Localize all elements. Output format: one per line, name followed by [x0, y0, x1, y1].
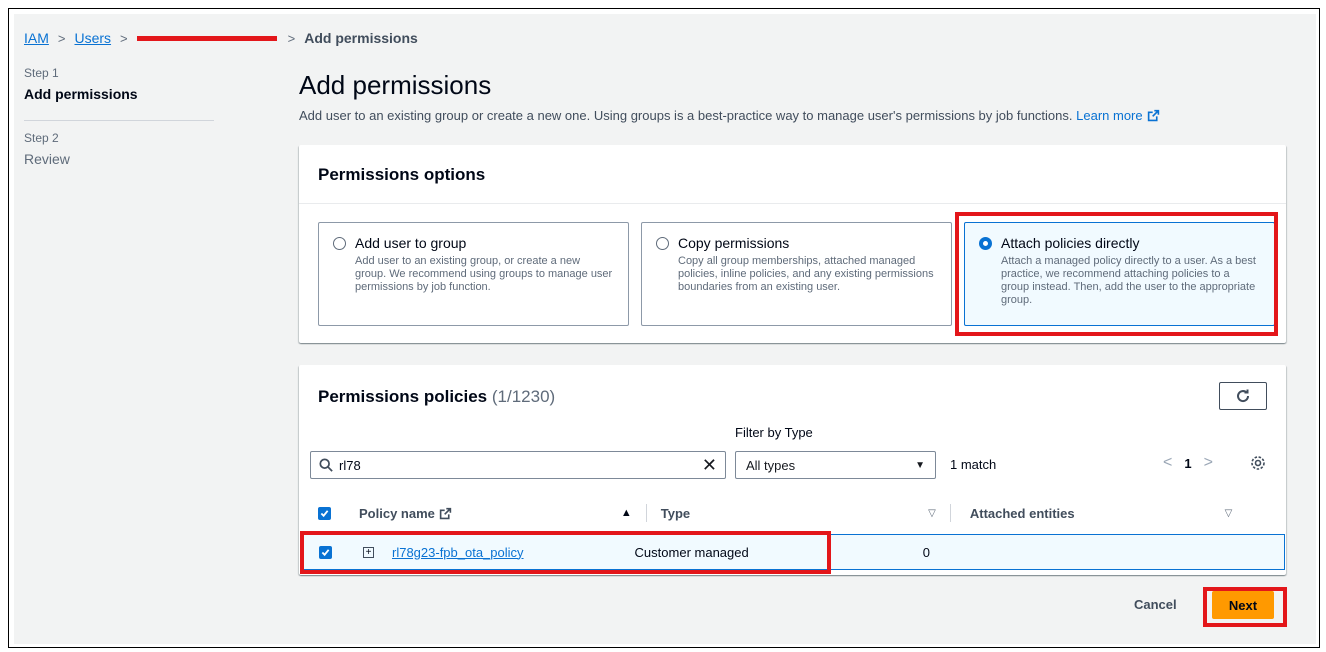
breadcrumb: IAM > Users > > Add permissions	[24, 28, 418, 48]
chevron-right-icon[interactable]: >	[1198, 454, 1219, 472]
column-policy-name[interactable]: Policy name	[359, 506, 452, 521]
caret-down-icon: ▼	[915, 460, 925, 471]
option-attach-policies-directly[interactable]: Attach policies directly Attach a manage…	[964, 222, 1275, 326]
sort-icon[interactable]: ▽	[1225, 508, 1233, 519]
check-icon	[321, 548, 330, 556]
gear-icon[interactable]	[1250, 455, 1266, 471]
refresh-button[interactable]	[1219, 382, 1267, 410]
pagination: < 1 >	[1157, 454, 1219, 472]
option-description: Attach a managed policy directly to a us…	[1001, 255, 1256, 306]
step-2-title: Review	[24, 151, 70, 167]
step-1-title[interactable]: Add permissions	[24, 86, 224, 102]
policies-title-text: Permissions policies	[318, 387, 488, 406]
next-button[interactable]: Next	[1212, 591, 1274, 619]
breadcrumb-users[interactable]: Users	[74, 30, 111, 46]
filter-by-type-label: Filter by Type	[735, 425, 813, 440]
learn-more-link[interactable]: Learn more	[1076, 108, 1159, 123]
option-title: Attach policies directly	[1001, 235, 1140, 251]
chevron-left-icon[interactable]: <	[1157, 454, 1178, 472]
option-add-user-to-group[interactable]: Add user to group Add user to an existin…	[318, 222, 629, 326]
check-icon	[320, 509, 329, 517]
redacted-username	[136, 35, 277, 41]
chevron-right-icon: >	[57, 30, 66, 46]
sort-icon[interactable]: ▽	[928, 508, 936, 519]
iam-console: IAM > Users > > Add permissions Step 1 A…	[14, 14, 1316, 644]
radio-button[interactable]	[656, 237, 669, 250]
policy-type: Customer managed	[634, 544, 749, 560]
option-description: Add user to an existing group, or create…	[355, 255, 613, 293]
cancel-button[interactable]: Cancel	[1134, 597, 1177, 612]
panel-divider	[299, 203, 1286, 204]
step-1-label: Step 1	[24, 66, 59, 80]
page-title: Add permissions	[299, 70, 492, 100]
option-copy-permissions[interactable]: Copy permissions Copy all group membersh…	[641, 222, 952, 326]
option-description: Copy all group memberships, attached man…	[678, 255, 934, 293]
match-count: 1 match	[950, 457, 997, 472]
policy-search: ✕	[310, 451, 726, 479]
search-icon	[319, 458, 333, 472]
breadcrumb-iam[interactable]: IAM	[24, 30, 49, 46]
column-divider	[949, 504, 951, 522]
step-2-label: Step 2	[24, 131, 59, 145]
policy-name-link[interactable]: rl78g23-fpb_ota_policy	[392, 545, 524, 560]
table-row[interactable]: + rl78g23-fpb_ota_policy Customer manage…	[300, 534, 1285, 570]
page-description: Add user to an existing group or create …	[299, 108, 1160, 123]
clear-icon[interactable]: ✕	[702, 456, 717, 474]
select-all-checkbox[interactable]	[318, 506, 331, 520]
refresh-icon	[1237, 389, 1250, 403]
column-divider	[645, 504, 647, 522]
radio-button[interactable]	[333, 237, 346, 250]
step-divider	[24, 120, 214, 121]
chevron-right-icon: >	[287, 30, 296, 46]
column-label: Policy name	[359, 505, 435, 521]
type-filter-select[interactable]: All types ▼	[735, 451, 936, 479]
type-filter-value: All types	[746, 457, 796, 473]
column-type[interactable]: Type	[661, 506, 690, 521]
radio-button-selected[interactable]	[979, 237, 992, 250]
wizard-steps: Step 1 Add permissions Step 2 Review	[24, 66, 224, 167]
chevron-right-icon: >	[120, 30, 128, 46]
external-link-icon	[439, 507, 452, 519]
page-number[interactable]: 1	[1178, 456, 1197, 471]
column-attached-entities[interactable]: Attached entities	[970, 506, 1075, 521]
row-checkbox[interactable]	[319, 545, 332, 559]
attached-entities-count: 0	[922, 544, 930, 560]
search-input[interactable]	[339, 457, 679, 473]
external-link-icon	[1147, 109, 1159, 122]
expand-icon[interactable]: +	[363, 546, 374, 558]
permissions-options-title: Permissions options	[318, 165, 486, 184]
option-title: Add user to group	[355, 235, 467, 251]
learn-more-label: Learn more	[1076, 108, 1143, 123]
sort-ascending-icon[interactable]: ▲	[621, 507, 632, 519]
option-title: Copy permissions	[678, 235, 790, 251]
table-header: Policy name ▲ Type ▽ Attached entities ▽	[300, 499, 1285, 527]
page-description-text: Add user to an existing group or create …	[299, 108, 1073, 123]
policies-count: (1/1230)	[491, 387, 556, 406]
permissions-policies-title: Permissions policies (1/1230)	[318, 387, 555, 407]
breadcrumb-current: Add permissions	[304, 30, 418, 46]
